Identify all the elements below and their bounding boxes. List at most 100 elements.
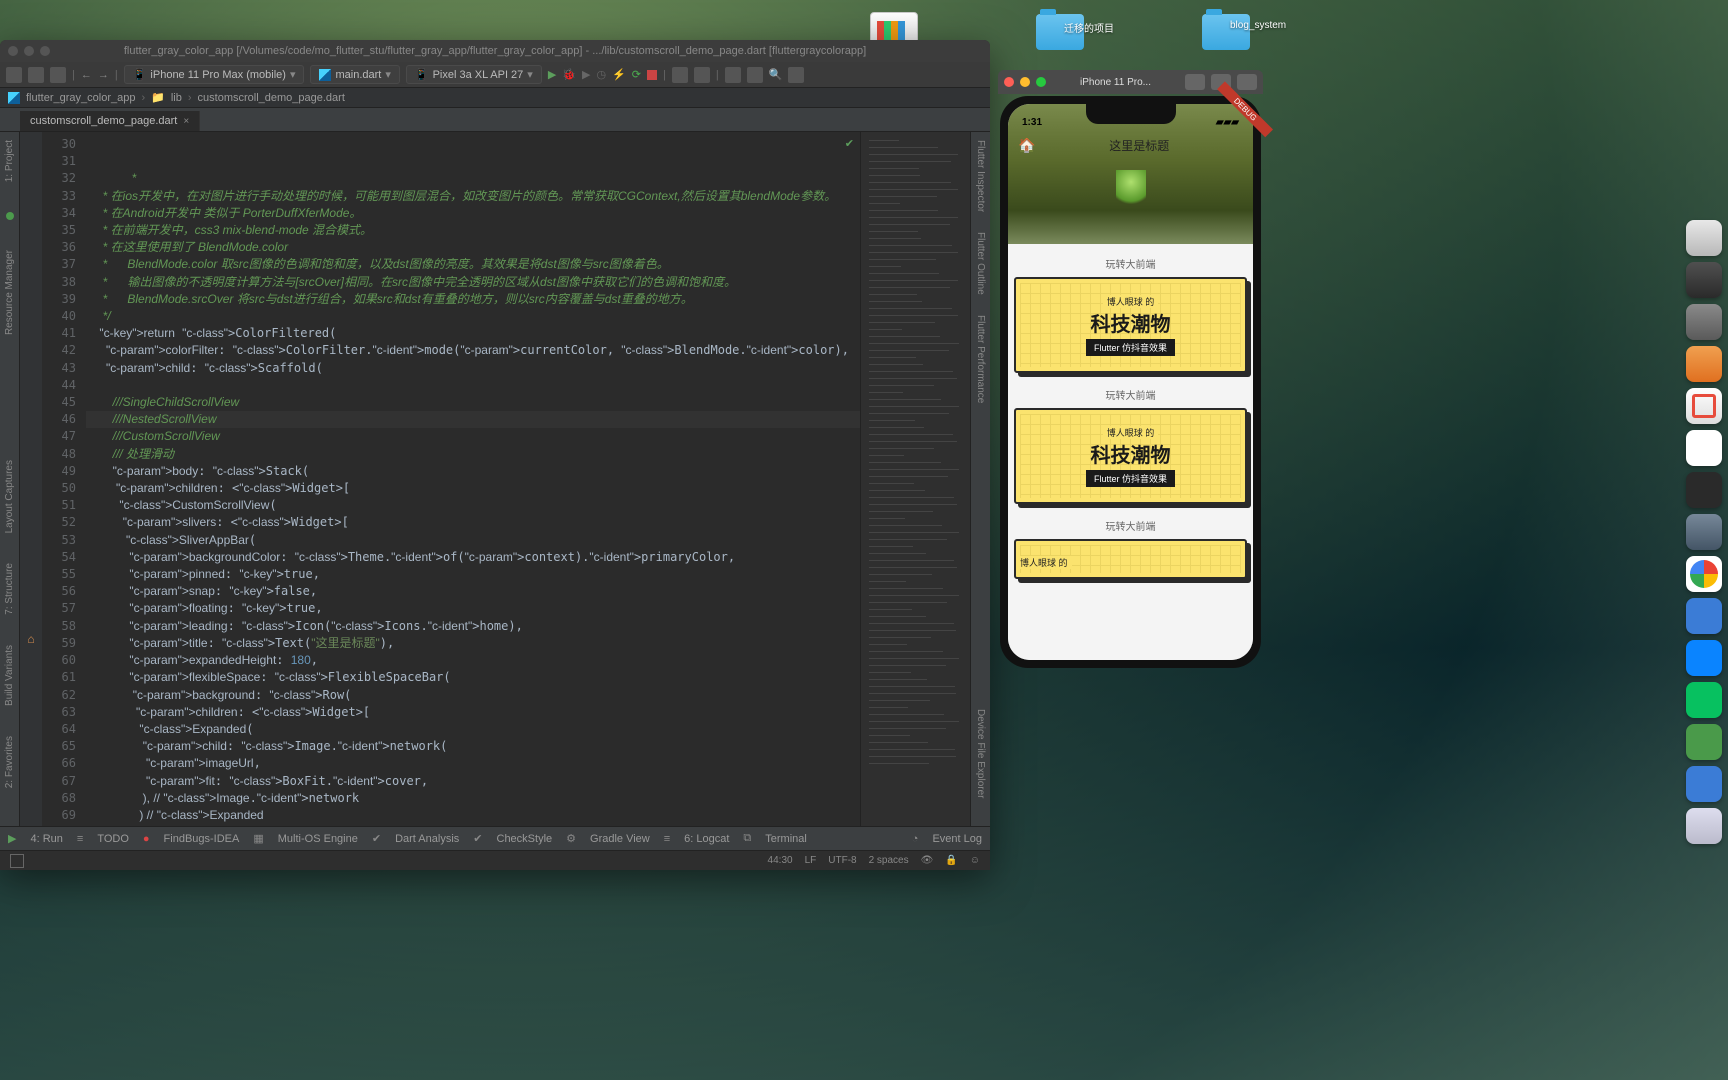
tool-findbugs[interactable]: FindBugs-IDEA: [164, 833, 240, 845]
profile-icon[interactable]: ◷: [596, 68, 606, 81]
open-icon[interactable]: [6, 67, 22, 83]
tool-project[interactable]: 1: Project: [4, 140, 15, 182]
simulator-title: iPhone 11 Pro...: [1052, 77, 1179, 88]
tool-favorites[interactable]: 2: Favorites: [4, 736, 15, 788]
coverage-icon[interactable]: ▶: [582, 68, 590, 81]
window-controls[interactable]: [8, 46, 50, 56]
tab-file[interactable]: customscroll_demo_page.dart×: [20, 111, 200, 131]
bottom-toolbar: ▶ 4: Run ≡TODO ●FindBugs-IDEA ▦Multi-OS …: [0, 826, 990, 850]
line-sep[interactable]: LF: [805, 855, 817, 866]
eclipse-icon[interactable]: [1686, 514, 1722, 550]
desktop-folder-1[interactable]: 迁移的项目: [1020, 14, 1100, 54]
tool-multi-os[interactable]: Multi-OS Engine: [278, 833, 358, 845]
list-item[interactable]: 玩转大前端 博人眼球 的 科技潮物 Flutter 仿抖音效果: [1014, 383, 1247, 504]
card-header: 玩转大前端: [1014, 514, 1247, 539]
system-prefs-icon[interactable]: [1686, 262, 1722, 298]
run-play-icon[interactable]: ▶: [8, 832, 16, 845]
clock: 1:31: [1022, 117, 1042, 128]
list-item[interactable]: 玩转大前端 博人眼球 的 科技潮物 Flutter 仿抖音效果: [1014, 252, 1247, 373]
more-icon[interactable]: [788, 67, 804, 83]
hot-reload-icon[interactable]: ⚡: [612, 68, 626, 81]
tool-dart-analysis[interactable]: Dart Analysis: [395, 833, 459, 845]
device-selector-1[interactable]: 📱iPhone 11 Pro Max (mobile)▾: [124, 65, 305, 84]
screenshot-icon[interactable]: [1185, 74, 1205, 90]
breadcrumb-item[interactable]: customscroll_demo_page.dart: [198, 92, 345, 104]
desktop-folder-2[interactable]: blog_system: [1186, 14, 1266, 54]
tool-structure[interactable]: 7: Structure: [4, 563, 15, 615]
run-gutter: ⌂: [20, 132, 42, 826]
sublime-icon[interactable]: [1686, 346, 1722, 382]
zoom-icon[interactable]: [1036, 77, 1046, 87]
chrome-icon[interactable]: [1686, 556, 1722, 592]
desktop-folder-label: 迁移的项目: [1064, 20, 1134, 35]
list-item[interactable]: 玩转大前端 博人眼球 的: [1014, 514, 1247, 579]
stop-icon[interactable]: [647, 70, 657, 80]
indent[interactable]: 2 spaces: [869, 855, 909, 866]
inspect-icon[interactable]: 👁: [921, 855, 934, 866]
safari-icon[interactable]: [1686, 640, 1722, 676]
tool-run[interactable]: 4: Run: [30, 833, 62, 845]
status-square-icon[interactable]: [10, 854, 24, 868]
device-selector-2[interactable]: 📱Pixel 3a XL API 27▾: [406, 65, 542, 84]
tool-flutter-outline[interactable]: Flutter Outline: [975, 232, 986, 295]
banner-line-3: Flutter 仿抖音效果: [1086, 339, 1175, 356]
tool-resource-mgr[interactable]: Resource Manager: [4, 250, 15, 335]
tool-todo[interactable]: TODO: [97, 833, 129, 845]
code-editor[interactable]: ✔ * * 在ios开发中，在对图片进行手动处理的时候，可能用到图层混合，如改变…: [82, 132, 860, 826]
sdk-icon[interactable]: [747, 67, 763, 83]
tool-terminal[interactable]: Terminal: [765, 833, 807, 845]
home-icon[interactable]: 🏠: [1018, 137, 1035, 154]
editor-tabs: customscroll_demo_page.dart×: [0, 108, 990, 132]
tool-logcat[interactable]: 6: Logcat: [684, 833, 729, 845]
banner-line-1: 博人眼球 的: [1103, 426, 1159, 439]
avd-icon[interactable]: [725, 67, 741, 83]
app-icon[interactable]: [1686, 388, 1722, 424]
ide-titlebar[interactable]: flutter_gray_color_app [/Volumes/code/mo…: [0, 40, 990, 62]
search-icon[interactable]: 🔍: [769, 68, 783, 81]
tool-device-file-explorer[interactable]: Device File Explorer: [975, 709, 986, 798]
breadcrumb-item[interactable]: flutter_gray_color_app: [26, 92, 135, 104]
tool-event-log[interactable]: Event Log: [932, 833, 982, 845]
attach-icon[interactable]: [672, 67, 688, 83]
lock-icon[interactable]: 🔒: [945, 855, 957, 866]
run-icon[interactable]: ▶: [548, 68, 556, 81]
left-tool-dock: 1: Project Resource Manager Layout Captu…: [0, 132, 20, 826]
terminal-icon[interactable]: [1686, 472, 1722, 508]
hero-image: [1008, 160, 1253, 244]
app-bar: 🏠 这里是标题: [1008, 130, 1253, 160]
encoding[interactable]: UTF-8: [828, 855, 856, 866]
forward-icon[interactable]: →: [98, 69, 109, 81]
camtasia-icon[interactable]: [1686, 724, 1722, 760]
sync-icon[interactable]: [50, 67, 66, 83]
debug-icon[interactable]: 🐞: [562, 68, 576, 81]
window-title: flutter_gray_color_app [/Volumes/code/mo…: [124, 45, 866, 57]
close-icon[interactable]: ×: [183, 116, 189, 127]
clipboard-icon[interactable]: [1237, 74, 1257, 90]
hot-restart-icon[interactable]: ⟳: [632, 68, 641, 81]
home-gutter-icon: ⌂: [27, 632, 34, 646]
back-icon[interactable]: ←: [81, 69, 92, 81]
wechat-icon[interactable]: [1686, 682, 1722, 718]
devtools-icon[interactable]: [694, 67, 710, 83]
breadcrumb-item[interactable]: lib: [171, 92, 182, 104]
app-icon-2[interactable]: [1686, 766, 1722, 802]
tool-checkstyle[interactable]: CheckStyle: [497, 833, 553, 845]
trash-icon[interactable]: [1686, 808, 1722, 844]
scroll-view[interactable]: 正常 ✲ 主题切换 玩转大前端 博人眼球 的 科技潮物 Flutter 仿抖音效…: [1008, 244, 1253, 660]
close-icon[interactable]: [1004, 77, 1014, 87]
android-studio-icon[interactable]: [1686, 598, 1722, 634]
minimap[interactable]: [860, 132, 970, 826]
smile-icon[interactable]: ☺: [970, 855, 980, 866]
finder-icon[interactable]: [1686, 220, 1722, 256]
launchpad-icon[interactable]: [1686, 304, 1722, 340]
qq-icon[interactable]: [1686, 430, 1722, 466]
device-screen[interactable]: 1:31 ▰▰▰ 🏠 这里是标题 正常 ✲ 主题切换 玩转大前端 博人眼球: [1008, 104, 1253, 660]
tool-flutter-performance[interactable]: Flutter Performance: [975, 315, 986, 403]
save-icon[interactable]: [28, 67, 44, 83]
tool-gradle[interactable]: Gradle View: [590, 833, 650, 845]
tool-flutter-inspector[interactable]: Flutter Inspector: [975, 140, 986, 212]
tool-build-variants[interactable]: Build Variants: [4, 645, 15, 706]
tool-layout-captures[interactable]: Layout Captures: [4, 460, 15, 533]
run-config-selector[interactable]: main.dart▾: [310, 65, 399, 84]
minimize-icon[interactable]: [1020, 77, 1030, 87]
